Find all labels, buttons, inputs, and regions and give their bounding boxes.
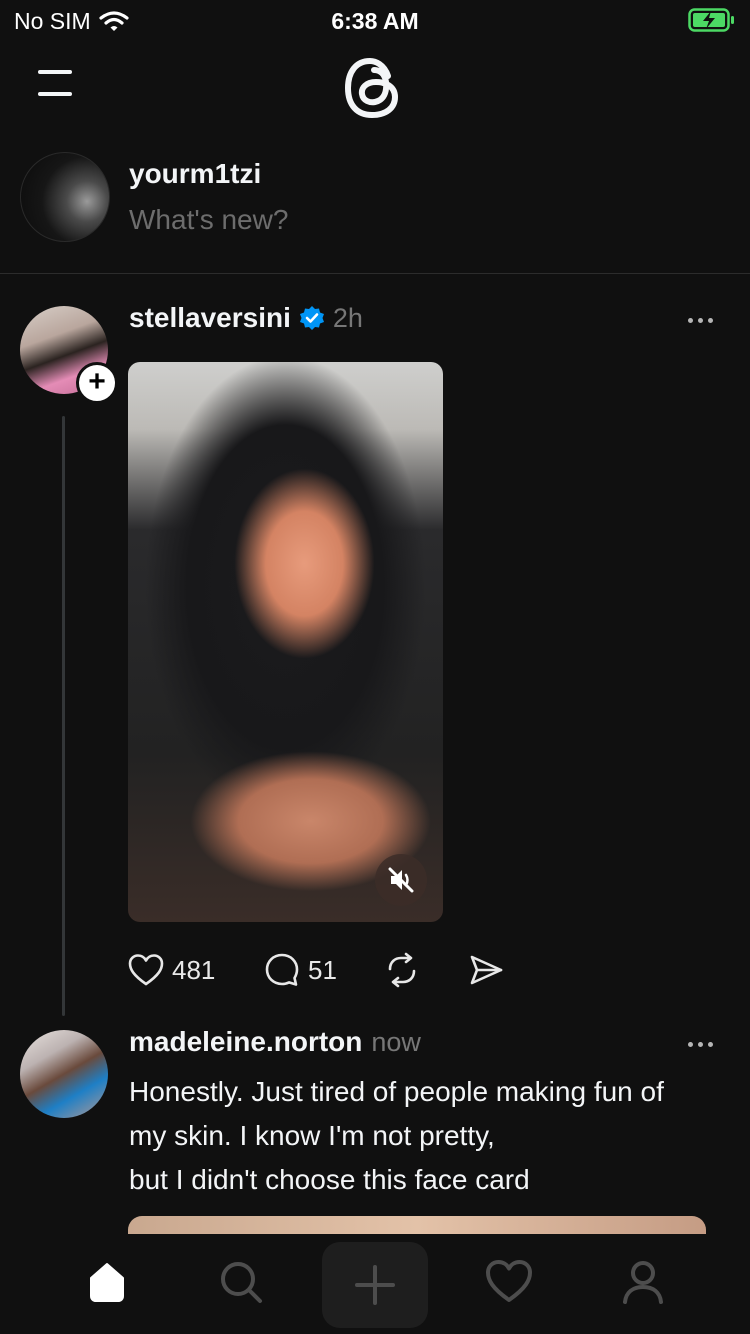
post-text-line: but I didn't choose this face card [129,1164,530,1195]
volume-muted-icon [388,867,414,893]
mute-button[interactable] [375,854,427,906]
nav-profile[interactable] [613,1252,673,1312]
reply-count: 51 [308,954,337,985]
send-icon [470,955,503,985]
post-username[interactable]: madeleine.norton [129,1026,362,1058]
profile-icon [623,1261,663,1304]
post-avatar[interactable] [20,1030,108,1118]
follow-plus-button[interactable]: + [76,362,118,404]
battery-charging-icon [688,8,734,32]
divider [0,273,750,274]
post-header: stellaversini 2h [129,302,363,334]
post-text-line: Honestly. Just tired of people making fu… [129,1076,664,1107]
reply-button[interactable]: 51 [264,950,337,990]
post-header: madeleine.norton now [129,1026,421,1058]
post-text: Honestly. Just tired of people making fu… [129,1070,739,1202]
post-video[interactable] [128,362,443,922]
bottom-nav [0,1234,750,1334]
post-time: 2h [332,302,363,333]
clock: 6:38 AM [331,8,419,34]
thread-line [62,416,65,1016]
post-time: now [371,1027,421,1057]
post-text-line: my skin. I know I'm not pretty, [129,1120,495,1151]
verified-badge-icon [299,306,324,330]
nav-home[interactable] [77,1252,137,1312]
home-icon [90,1263,124,1302]
nav-activity[interactable] [479,1252,539,1312]
hamburger-icon-line [38,92,72,96]
search-icon [221,1262,262,1303]
status-bar: No SIM 6:38 AM [0,0,750,44]
plus-icon [355,1265,395,1305]
comment-icon [265,953,299,986]
more-dots-icon[interactable] [688,318,713,323]
composer-username: yourm1tzi [129,158,262,189]
nav-create[interactable] [322,1242,428,1328]
hamburger-icon-line [38,70,72,74]
repost-button[interactable] [384,950,420,990]
more-dots-icon[interactable] [688,1042,713,1047]
share-button[interactable] [468,950,504,990]
heart-icon [128,954,164,986]
like-count: 481 [172,954,216,985]
nav-search[interactable] [211,1252,271,1312]
like-button[interactable]: 481 [128,950,215,990]
heart-icon [486,1260,532,1302]
user-avatar[interactable] [20,152,110,242]
threads-logo[interactable] [338,52,410,124]
composer-input[interactable]: What's new? [129,204,288,236]
post-username[interactable]: stellaversini [129,302,291,334]
repost-icon [388,952,416,988]
menu-button[interactable] [36,68,76,100]
